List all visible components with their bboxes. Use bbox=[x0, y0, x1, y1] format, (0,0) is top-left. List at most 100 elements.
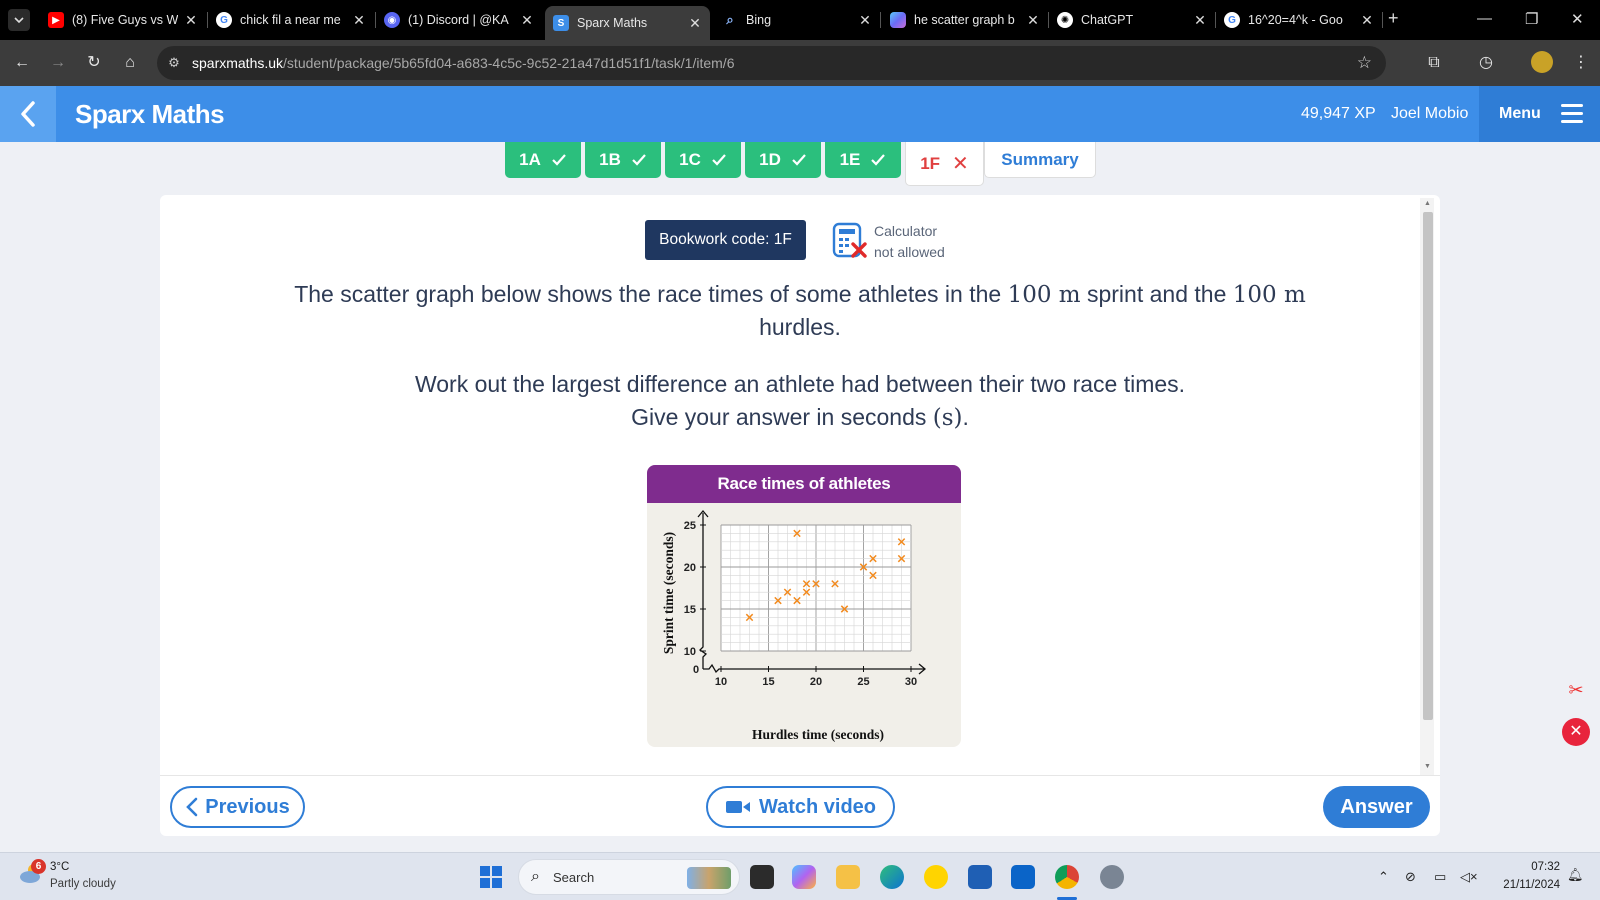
tab-search-button[interactable] bbox=[8, 9, 30, 31]
more-menu-icon[interactable]: ⋮ bbox=[1571, 53, 1591, 73]
home-icon[interactable]: ⌂ bbox=[120, 53, 140, 73]
copilot-app-icon[interactable] bbox=[792, 865, 816, 889]
sparx-icon: S bbox=[553, 15, 569, 31]
checkmark-icon bbox=[792, 154, 806, 166]
weather-temperature[interactable]: 3°C bbox=[50, 861, 69, 873]
browser-tab-google[interactable]: G chick fil a near me ✕ bbox=[216, 6, 366, 34]
store-icon[interactable] bbox=[968, 865, 992, 889]
calculator-not-allowed-icon bbox=[832, 222, 867, 258]
user-name: Joel Mobio bbox=[1391, 105, 1469, 122]
browser-tab-chatgpt[interactable]: ✺ ChatGPT ✕ bbox=[1057, 6, 1207, 34]
close-tab-icon[interactable]: ✕ bbox=[1360, 12, 1374, 29]
close-window-icon[interactable]: ✕ bbox=[1571, 10, 1584, 28]
close-tab-icon[interactable]: ✕ bbox=[520, 12, 534, 29]
browser-tab-sparx-maths[interactable]: S Sparx Maths ✕ bbox=[545, 6, 710, 40]
close-tab-icon[interactable]: ✕ bbox=[688, 15, 702, 32]
settings-gear-icon[interactable] bbox=[1100, 865, 1124, 889]
xp-counter: 49,947 XP bbox=[1301, 105, 1376, 122]
url-text[interactable]: sparxmaths.uk/student/package/5b65fd04-a… bbox=[192, 55, 734, 71]
task-tab-1e[interactable]: 1E bbox=[825, 142, 901, 178]
y-tick-label: 15 bbox=[684, 604, 696, 616]
task-tab-1f[interactable]: 1F ✕ bbox=[905, 142, 984, 186]
site-info-icon[interactable]: ⚙ bbox=[165, 54, 183, 72]
browser-tab-copilot[interactable]: he scatter graph b ✕ bbox=[890, 6, 1040, 34]
taskbar-search[interactable]: ⌕ Search bbox=[518, 859, 740, 895]
address-bar[interactable]: ⚙ sparxmaths.uk/student/package/5b65fd04… bbox=[157, 46, 1386, 80]
question-text-3: Give your answer in seconds (s). bbox=[631, 404, 969, 431]
y-tick-label: 10 bbox=[684, 646, 696, 658]
close-tab-icon[interactable]: ✕ bbox=[1026, 12, 1040, 29]
copilot-icon bbox=[890, 12, 906, 28]
sparx-brand: Sparx Maths bbox=[75, 99, 225, 129]
browser-tab-bing[interactable]: ⌕ Bing ✕ bbox=[722, 6, 872, 34]
new-tab-button[interactable]: + bbox=[1388, 8, 1399, 29]
chevron-up-icon[interactable]: ⌃ bbox=[1378, 869, 1389, 885]
scroll-down-icon[interactable]: ▼ bbox=[1424, 763, 1431, 770]
snapchat-icon[interactable] bbox=[924, 865, 948, 889]
question-text-1: The scatter graph below shows the race t… bbox=[294, 281, 1306, 340]
sparx-back-button[interactable] bbox=[0, 86, 56, 142]
restore-icon[interactable]: ❐ bbox=[1525, 10, 1538, 28]
discord-icon: ◉ bbox=[384, 12, 400, 28]
task-tab-1c[interactable]: 1C bbox=[665, 142, 741, 178]
graph-title: Race times of athletes bbox=[647, 465, 961, 503]
chevron-left-icon bbox=[21, 101, 35, 127]
volume-muted-icon[interactable]: ◁× bbox=[1460, 869, 1478, 885]
scatter-graph: Race times of athletes 0 10 15 20 25 30 10 15 20… bbox=[647, 465, 961, 747]
chrome-icon[interactable] bbox=[1055, 865, 1079, 889]
bookmark-star-icon[interactable]: ☆ bbox=[1357, 53, 1372, 73]
youtube-icon: ▶ bbox=[48, 12, 64, 28]
scissors-icon[interactable]: ✂ bbox=[1563, 680, 1589, 706]
close-tool-icon[interactable]: ✕ bbox=[1562, 718, 1590, 746]
display-icon[interactable]: ▭ bbox=[1434, 869, 1446, 885]
task-tab-1a[interactable]: 1A bbox=[505, 142, 581, 178]
history-icon[interactable]: ◷ bbox=[1476, 53, 1496, 73]
x-tick-label: 15 bbox=[762, 676, 774, 688]
weather-description[interactable]: Partly cloudy bbox=[50, 878, 116, 890]
minimize-icon[interactable]: — bbox=[1477, 10, 1492, 27]
task-tab-summary[interactable]: Summary bbox=[984, 142, 1096, 178]
profile-avatar[interactable] bbox=[1531, 51, 1553, 73]
outlook-icon[interactable] bbox=[1011, 865, 1035, 889]
browser-tab-google-calc[interactable]: G 16^20=4^k - Goo ✕ bbox=[1224, 6, 1374, 34]
x-tick-label: 30 bbox=[905, 676, 917, 688]
task-view-icon[interactable] bbox=[750, 865, 774, 889]
scrollbar-thumb[interactable] bbox=[1423, 212, 1433, 720]
previous-button[interactable]: Previous bbox=[170, 786, 305, 828]
sparx-header: Sparx Maths 49,947 XP Joel Mobio Menu bbox=[0, 86, 1600, 142]
windows-start-icon[interactable] bbox=[480, 866, 502, 888]
scroll-up-icon[interactable]: ▲ bbox=[1424, 200, 1431, 207]
clock-time[interactable]: 07:32 bbox=[1512, 861, 1560, 873]
close-tab-icon[interactable]: ✕ bbox=[1193, 12, 1207, 29]
y-axis-label: Sprint time (seconds) bbox=[661, 532, 676, 654]
forward-arrow-icon[interactable]: → bbox=[48, 53, 68, 73]
back-arrow-icon[interactable]: ← bbox=[12, 53, 32, 73]
search-highlight-icon bbox=[687, 867, 731, 889]
close-tab-icon[interactable]: ✕ bbox=[184, 12, 198, 29]
search-icon: ⌕ bbox=[726, 12, 734, 27]
clock-date[interactable]: 21/11/2024 bbox=[1490, 879, 1560, 891]
task-tab-1d[interactable]: 1D bbox=[745, 142, 821, 178]
notification-bell-icon[interactable]: 🔔︎ bbox=[1567, 867, 1584, 883]
network-icon[interactable]: ⊘ bbox=[1405, 869, 1416, 885]
edge-icon[interactable] bbox=[880, 865, 904, 889]
watch-video-button[interactable]: Watch video bbox=[706, 786, 895, 828]
y-tick-label: 20 bbox=[684, 562, 696, 574]
x-axis bbox=[703, 663, 925, 674]
checkmark-icon bbox=[632, 154, 646, 166]
browser-tab-discord[interactable]: ◉ (1) Discord | @KA ✕ bbox=[384, 6, 534, 34]
file-explorer-icon[interactable] bbox=[836, 865, 860, 889]
checkmark-icon bbox=[871, 154, 886, 166]
checkmark-icon bbox=[712, 154, 726, 166]
calculator-status: Calculator not allowed bbox=[874, 223, 945, 260]
reload-icon[interactable]: ↻ bbox=[84, 53, 104, 73]
menu-button[interactable]: Menu bbox=[1479, 86, 1600, 142]
close-tab-icon[interactable]: ✕ bbox=[858, 12, 872, 29]
close-tab-icon[interactable]: ✕ bbox=[352, 12, 366, 29]
task-tab-1b[interactable]: 1B bbox=[585, 142, 661, 178]
extensions-icon[interactable]: ⧉ bbox=[1424, 53, 1444, 73]
chevron-left-icon bbox=[186, 797, 198, 817]
browser-tab-youtube[interactable]: ▶ (8) Five Guys vs W ✕ bbox=[48, 6, 198, 34]
answer-button[interactable]: Answer bbox=[1323, 786, 1430, 828]
question-text-2: Work out the largest difference an athle… bbox=[414, 371, 1186, 397]
